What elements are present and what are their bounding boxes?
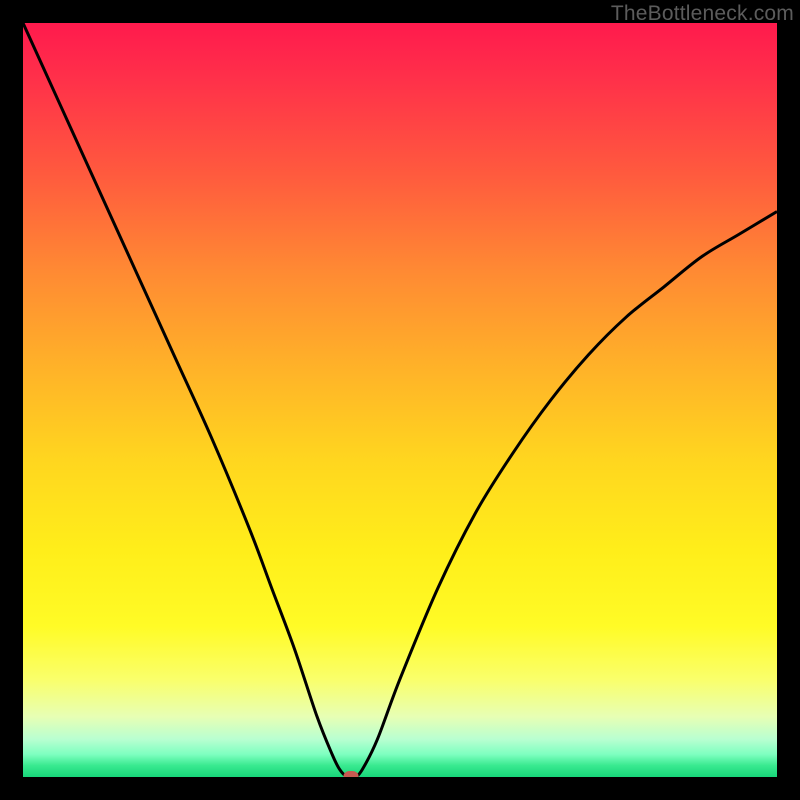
bottleneck-curve (23, 23, 777, 777)
optimum-marker (343, 771, 358, 777)
watermark-text: TheBottleneck.com (611, 2, 794, 26)
curve-svg (23, 23, 777, 777)
chart-stage: TheBottleneck.com (0, 0, 800, 800)
plot-area (23, 23, 777, 777)
